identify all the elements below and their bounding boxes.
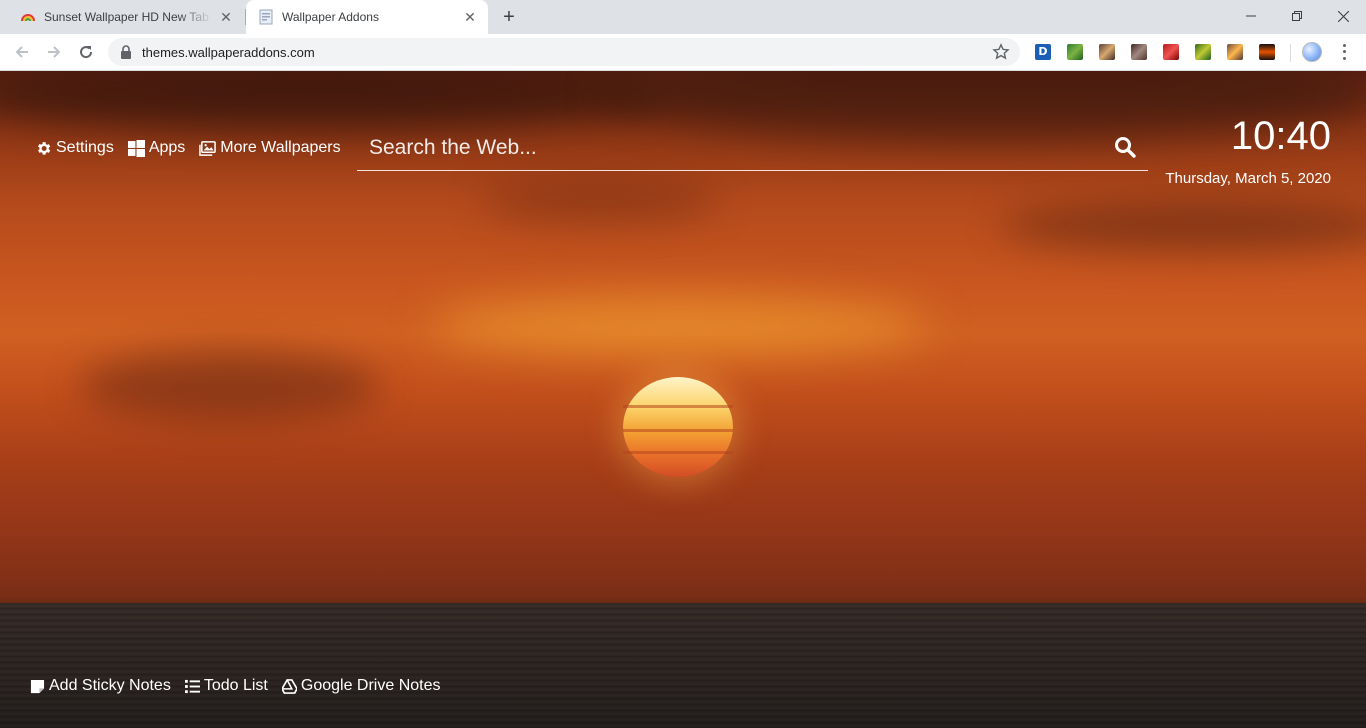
more-wallpapers-link[interactable]: More Wallpapers xyxy=(199,139,341,157)
tab-title: Sunset Wallpaper HD New Tab Theme xyxy=(44,10,212,24)
profile-avatar[interactable] xyxy=(1302,42,1322,62)
sticky-notes-label: Add Sticky Notes xyxy=(49,677,171,694)
sea-shade xyxy=(0,603,1366,728)
toolbar-divider xyxy=(1290,44,1291,62)
arrow-left-icon xyxy=(15,46,28,58)
lock-icon xyxy=(121,45,131,59)
clock-date: Thursday, March 5, 2020 xyxy=(1165,170,1331,187)
sun xyxy=(623,377,733,477)
windows-grid-icon xyxy=(127,139,145,157)
google-drive-notes-link[interactable]: Google Drive Notes xyxy=(281,677,441,695)
top-links: Settings Apps More Wallpapers xyxy=(35,139,355,157)
bottom-links: Add Sticky Notes Todo List Google Drive … xyxy=(30,677,455,695)
browser-menu-button[interactable] xyxy=(1336,42,1352,62)
apps-link[interactable]: Apps xyxy=(127,139,186,157)
add-sticky-notes-link[interactable]: Add Sticky Notes xyxy=(30,677,171,695)
address-bar[interactable]: themes.wallpaperaddons.com xyxy=(108,38,1020,66)
sun-cloud-band xyxy=(623,451,733,454)
magnifier-icon[interactable] xyxy=(1114,136,1136,158)
tab-strip: Sunset Wallpaper HD New Tab Theme ✕ Wall… xyxy=(0,0,1366,34)
tab-sunset-wallpaper[interactable]: Sunset Wallpaper HD New Tab Theme ✕ xyxy=(8,0,244,34)
close-window-button[interactable] xyxy=(1320,0,1366,32)
sun-glow xyxy=(430,296,930,356)
extension-d-icon[interactable]: D xyxy=(1035,44,1051,60)
todo-list-label: Todo List xyxy=(203,677,268,694)
clock-time: 10:40 xyxy=(1230,114,1331,158)
list-icon xyxy=(184,679,200,693)
tab-wallpaper-addons[interactable]: Wallpaper Addons ✕ xyxy=(246,0,488,34)
minimize-icon xyxy=(1246,15,1256,17)
extension-sunset-icon[interactable] xyxy=(1259,44,1275,60)
close-tab-icon[interactable]: ✕ xyxy=(460,7,480,27)
settings-link[interactable]: Settings xyxy=(35,139,114,157)
cloud xyxy=(0,71,660,131)
todo-list-link[interactable]: Todo List xyxy=(184,677,268,695)
cloud xyxy=(1000,201,1366,251)
rainbow-favicon-icon xyxy=(21,14,35,22)
sticky-note-icon xyxy=(30,679,45,693)
more-wallpapers-label: More Wallpapers xyxy=(220,139,341,156)
bookmark-star-icon[interactable] xyxy=(992,43,1010,61)
close-icon xyxy=(1337,10,1349,22)
url-text: themes.wallpaperaddons.com xyxy=(142,45,315,60)
close-tab-icon[interactable]: ✕ xyxy=(216,7,236,27)
cloud xyxy=(480,181,720,221)
search-bar xyxy=(357,125,1148,171)
minimize-window-button[interactable] xyxy=(1228,0,1274,32)
extension-orange-icon[interactable] xyxy=(1227,44,1243,60)
reload-icon xyxy=(80,46,93,59)
images-icon xyxy=(199,140,217,156)
search-input[interactable] xyxy=(369,133,1099,163)
apps-label: Apps xyxy=(148,139,186,156)
google-drive-icon xyxy=(281,678,297,694)
restore-window-button[interactable] xyxy=(1274,0,1320,32)
extension-red-icon[interactable] xyxy=(1163,44,1179,60)
extension-green-icon[interactable] xyxy=(1067,44,1083,60)
forward-button[interactable] xyxy=(42,40,66,64)
extension-brown-icon[interactable] xyxy=(1131,44,1147,60)
extension-olive-icon[interactable] xyxy=(1195,44,1211,60)
page-favicon-icon xyxy=(259,9,273,25)
tab-title: Wallpaper Addons xyxy=(282,10,379,24)
back-button[interactable] xyxy=(10,40,34,64)
new-tab-button[interactable]: + xyxy=(497,5,521,29)
cloud xyxy=(80,351,380,421)
gear-icon xyxy=(38,141,51,155)
extension-tiger-icon[interactable] xyxy=(1099,44,1115,60)
restore-icon xyxy=(1292,11,1302,21)
sun-cloud-band xyxy=(623,405,733,408)
settings-label: Settings xyxy=(56,139,114,156)
google-drive-notes-label: Google Drive Notes xyxy=(300,677,441,694)
arrow-right-icon xyxy=(48,46,61,58)
browser-toolbar: themes.wallpaperaddons.com D xyxy=(0,34,1366,71)
sun-cloud-band xyxy=(623,429,733,432)
reload-button[interactable] xyxy=(74,40,98,64)
